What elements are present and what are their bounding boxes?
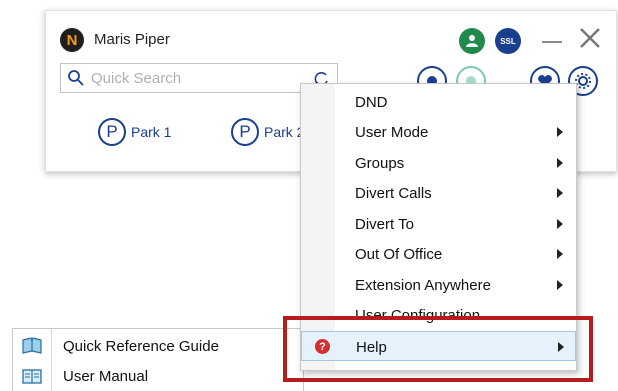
park-label: Park 2: [264, 124, 305, 140]
user-status-button[interactable]: [459, 28, 485, 54]
menu-item-user-mode[interactable]: User Mode: [301, 117, 576, 147]
ssl-badge[interactable]: SSL: [495, 28, 521, 54]
help-submenu: Quick Reference Guide User Manual: [12, 328, 304, 391]
submenu-arrow-icon: [557, 219, 563, 229]
user-name: Maris Piper: [94, 31, 170, 48]
submenu-item-user-manual[interactable]: User Manual: [13, 361, 303, 391]
menu-item-label: User Mode: [355, 124, 429, 141]
context-menu: DND User Mode Groups Divert Calls Divert…: [300, 83, 577, 371]
park-1-button[interactable]: P Park 1: [98, 118, 171, 146]
park-icon: P: [98, 118, 126, 146]
submenu-arrow-icon: [557, 158, 563, 168]
quick-search-input[interactable]: [89, 68, 293, 88]
minimize-button[interactable]: [542, 41, 562, 43]
menu-item-divert-to[interactable]: Divert To: [301, 209, 576, 239]
app-logo-icon: N: [60, 28, 84, 52]
submenu-arrow-icon: [558, 342, 564, 352]
menu-item-extension-anywhere[interactable]: Extension Anywhere: [301, 270, 576, 300]
menu-item-divert-calls[interactable]: Divert Calls: [301, 178, 576, 208]
menu-item-label: Divert Calls: [355, 185, 432, 202]
menu-item-label: Help: [356, 339, 387, 356]
submenu-item-label: User Manual: [63, 368, 149, 385]
menu-item-label: Divert To: [355, 216, 414, 233]
menu-item-out-of-office[interactable]: Out Of Office: [301, 239, 576, 269]
menu-item-dnd[interactable]: DND: [301, 87, 576, 117]
menu-item-groups[interactable]: Groups: [301, 148, 576, 178]
submenu-arrow-icon: [557, 188, 563, 198]
person-icon: [466, 35, 478, 47]
park-icon: P: [231, 118, 259, 146]
park-2-button[interactable]: P Park 2: [231, 118, 304, 146]
menu-item-user-configuration[interactable]: User Configuration: [301, 300, 576, 330]
menu-item-label: Groups: [355, 155, 405, 172]
manual-icon: [22, 369, 42, 384]
help-icon: ?: [315, 339, 330, 354]
search-icon: [68, 70, 84, 86]
menu-item-label: User Configuration: [355, 307, 481, 324]
menu-item-label: Extension Anywhere: [355, 277, 491, 294]
submenu-item-quick-reference-guide[interactable]: Quick Reference Guide: [13, 331, 303, 361]
submenu-arrow-icon: [557, 249, 563, 259]
menu-item-label: DND: [355, 94, 388, 111]
close-icon[interactable]: [577, 25, 603, 51]
menu-item-help[interactable]: ? Help: [301, 331, 576, 361]
submenu-arrow-icon: [557, 280, 563, 290]
park-label: Park 1: [131, 124, 172, 140]
book-open-icon: [22, 337, 42, 354]
submenu-item-label: Quick Reference Guide: [63, 338, 219, 355]
quick-search-box[interactable]: [60, 63, 338, 93]
menu-item-label: Out Of Office: [355, 246, 443, 263]
submenu-arrow-icon: [557, 127, 563, 137]
